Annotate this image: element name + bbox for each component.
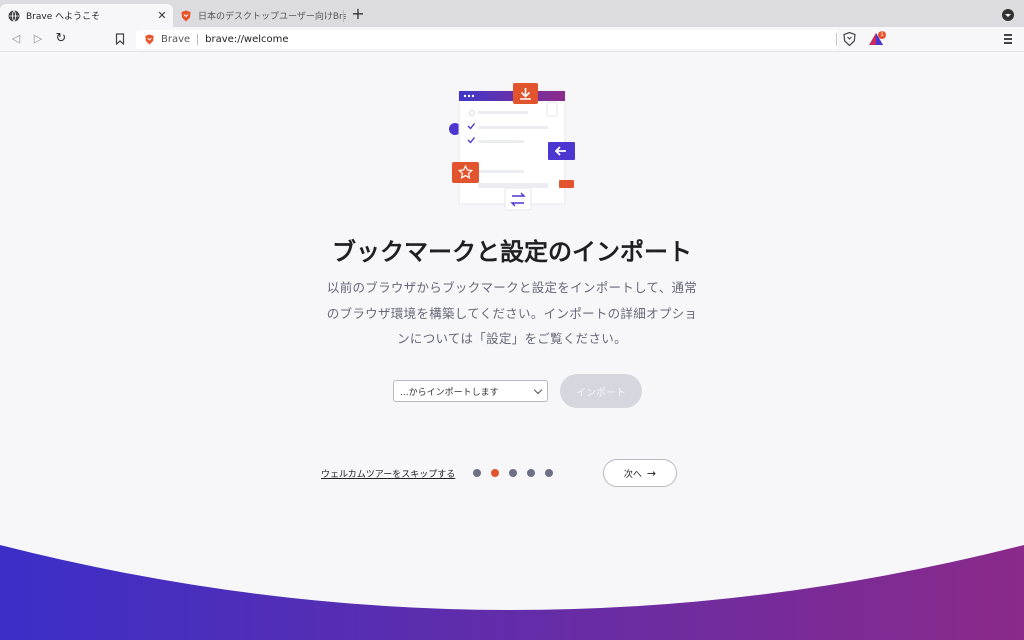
tab-welcome[interactable]: Brave へようこそ ✕	[0, 4, 173, 27]
browser-select[interactable]: ...からインポートします	[393, 380, 548, 402]
decorative-wave	[0, 545, 1024, 640]
step-dot	[527, 469, 535, 477]
description-line: のブラウザ環境を構築してください。インポートの詳細オプショ	[326, 305, 698, 321]
brave-shields-icon[interactable]	[843, 32, 856, 46]
tab-title: 日本のデスクトップユーザー向けBrave	[198, 12, 346, 22]
globe-icon	[8, 9, 20, 22]
import-illustration	[449, 83, 575, 211]
step-dot	[473, 469, 481, 477]
tab-brave-japan[interactable]: 日本のデスクトップユーザー向けBrave	[174, 4, 346, 27]
reload-button[interactable]: ↻	[54, 32, 68, 46]
site-label: Brave	[161, 34, 191, 45]
tab-strip: Brave へようこそ ✕ 日本のデスクトップユーザー向けBrave +	[0, 0, 1024, 27]
description: 以前のブラウザからブックマークと設定をインポートして、通常 のブラウザ環境を構築…	[322, 275, 702, 352]
step-dot	[509, 469, 517, 477]
brave-lion-icon	[181, 10, 191, 21]
browser-select-value: ...からインポートします	[400, 387, 499, 398]
tab-divider	[343, 10, 344, 22]
next-button-label: 次へ	[623, 469, 642, 480]
bookmark-icon[interactable]	[115, 33, 125, 45]
forward-button[interactable]: ▷	[31, 32, 45, 46]
url-text[interactable]: brave://welcome	[205, 34, 288, 45]
chevron-down-icon	[533, 385, 543, 395]
page-title: ブックマークと設定のインポート	[332, 238, 692, 266]
back-button[interactable]: ◁	[9, 32, 23, 46]
menu-icon[interactable]	[1004, 34, 1012, 44]
skip-tour-link[interactable]: ウェルカムツアーをスキップする	[321, 467, 455, 480]
import-button[interactable]: インポート	[560, 374, 642, 408]
tab-title: Brave へようこそ	[26, 12, 101, 22]
step-dot	[545, 469, 553, 477]
omnibox-divider	[197, 34, 199, 45]
tab-search-menu-icon[interactable]	[1002, 9, 1014, 21]
brave-lion-icon	[145, 34, 154, 45]
arrow-right-icon: →	[646, 466, 657, 480]
toolbar-divider	[836, 33, 837, 46]
description-line: ンについては「設定」をご覧ください。	[397, 331, 627, 346]
close-tab-icon[interactable]: ✕	[155, 9, 169, 22]
address-bar[interactable]: Brave brave://welcome	[136, 30, 838, 49]
step-indicator	[473, 469, 563, 477]
step-dot-current	[491, 469, 499, 477]
rewards-badge: 1	[878, 31, 886, 39]
description-line: 以前のブラウザからブックマークと設定をインポートして、通常	[326, 280, 698, 295]
new-tab-button[interactable]: +	[350, 6, 366, 22]
toolbar: ◁ ▷ ↻ Brave brave://welcome 1	[0, 27, 1024, 52]
next-button[interactable]: 次へ →	[603, 459, 677, 487]
